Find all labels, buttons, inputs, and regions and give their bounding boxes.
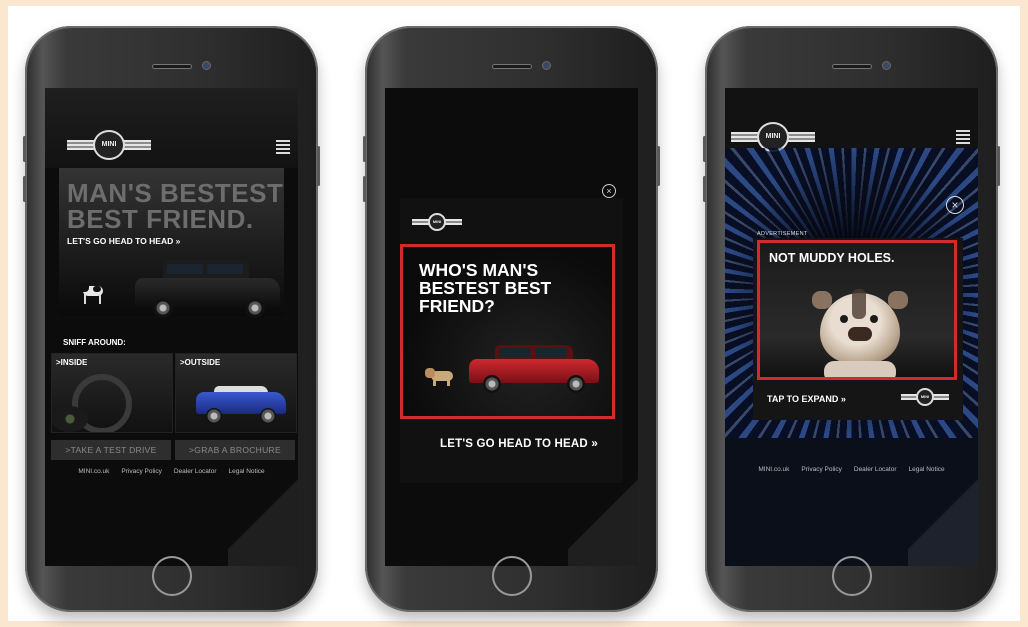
dashboard-gauge-image (52, 406, 88, 432)
site-header: MINI (45, 88, 298, 168)
site-header: MINI (725, 88, 978, 152)
test-drive-button[interactable]: >TAKE A TEST DRIVE (51, 440, 171, 460)
front-camera (203, 62, 210, 69)
inside-tile-label: >INSIDE (56, 358, 88, 367)
interstitial-ad-screen: × MINI WHO'S MAN'S BESTEST BEST FRIEND? (385, 88, 638, 566)
bulldog-image (425, 365, 455, 387)
footer-link-mini[interactable]: MINI.co.uk (758, 466, 789, 473)
menu-icon[interactable] (956, 130, 970, 144)
highlighted-ad-creative: NOT MUDDY HOLES. (757, 240, 957, 380)
logo-badge: MINI (428, 213, 446, 231)
brochure-button[interactable]: >GRAB A BROCHURE (175, 440, 295, 460)
muddy-bulldog-image (812, 287, 908, 377)
power-button (657, 146, 660, 186)
expandable-ad-screen: MINI × ADVERTISEMENT NOT MUDDY HOLES. TA… (725, 88, 978, 566)
volume-button (703, 136, 706, 162)
tap-to-expand-button[interactable]: TAP TO EXPAND » (767, 394, 846, 404)
footer-link-legal[interactable]: Legal Notice (229, 468, 265, 475)
footer-link-mini[interactable]: MINI.co.uk (78, 468, 109, 475)
terrier-dog-image (79, 280, 109, 306)
expandable-ad[interactable]: NOT MUDDY HOLES. TAP TO EXPAND » MINI (753, 238, 963, 420)
hero-title-line-2: BEST FRIEND. (67, 204, 254, 234)
close-icon[interactable]: × (602, 184, 616, 198)
outside-tile[interactable]: >OUTSIDE (175, 353, 297, 433)
home-button[interactable] (831, 556, 872, 596)
power-button (317, 146, 320, 186)
menu-icon[interactable] (276, 140, 290, 154)
volume-button (363, 176, 366, 202)
black-mini-countryman-image (135, 258, 280, 318)
home-button[interactable] (491, 556, 532, 596)
volume-button (23, 176, 26, 202)
blue-mini-image (196, 384, 286, 424)
mini-logo[interactable]: MINI (67, 130, 151, 160)
footer-links: MINI.co.uk Privacy Policy Dealer Locator… (45, 468, 298, 475)
interstitial-ad[interactable]: MINI WHO'S MAN'S BESTEST BEST FRIEND? LE… (400, 198, 623, 483)
ad-headline: NOT MUDDY HOLES. (769, 251, 895, 265)
section-label: SNIFF AROUND: (63, 338, 126, 347)
hero-banner[interactable]: MAN'S BESTEST BEST FRIEND. LET'S GO HEAD… (59, 168, 284, 318)
hero-cta-link[interactable]: LET'S GO HEAD TO HEAD » (67, 236, 180, 246)
close-icon[interactable]: × (946, 196, 964, 214)
footer-link-dealer[interactable]: Dealer Locator (854, 466, 897, 473)
mini-logo: MINI (412, 212, 462, 232)
logo-badge: MINI (93, 130, 125, 160)
volume-button (363, 136, 366, 162)
front-camera (543, 62, 550, 69)
power-button (997, 146, 1000, 186)
footer-link-privacy[interactable]: Privacy Policy (121, 468, 161, 475)
speaker-grille (151, 64, 192, 69)
screen-glare (908, 438, 978, 566)
footer-link-legal[interactable]: Legal Notice (909, 466, 945, 473)
inside-tile[interactable]: >INSIDE (51, 353, 173, 433)
advertisement-label: ADVERTISEMENT (757, 231, 808, 237)
home-button[interactable] (151, 556, 192, 596)
mini-mobile-site: MINI MAN'S BESTEST BEST FRIEND. LET'S GO… (45, 88, 298, 566)
logo-badge: MINI (916, 388, 934, 406)
footer-links: MINI.co.uk Privacy Policy Dealer Locator… (725, 466, 978, 473)
outside-tile-label: >OUTSIDE (180, 358, 221, 367)
front-camera (883, 62, 890, 69)
speaker-grille (491, 64, 532, 69)
hero-title: MAN'S BESTEST BEST FRIEND. (67, 180, 283, 232)
footer-link-privacy[interactable]: Privacy Policy (801, 466, 841, 473)
volume-button (23, 136, 26, 162)
footer-link-dealer[interactable]: Dealer Locator (174, 468, 217, 475)
speaker-grille (831, 64, 872, 69)
phone-3: MINI × ADVERTISEMENT NOT MUDDY HOLES. TA… (703, 26, 1000, 612)
highlighted-ad-creative: WHO'S MAN'S BESTEST BEST FRIEND? (400, 244, 615, 419)
ad-cta-link[interactable]: LET'S GO HEAD TO HEAD » (440, 438, 598, 450)
ad-headline: WHO'S MAN'S BESTEST BEST FRIEND? (419, 260, 552, 316)
phone-1: MINI MAN'S BESTEST BEST FRIEND. LET'S GO… (23, 26, 320, 612)
mini-logo-small: MINI (901, 388, 949, 406)
red-mini-countryman-image (469, 343, 599, 393)
volume-button (703, 176, 706, 202)
stage: MINI MAN'S BESTEST BEST FRIEND. LET'S GO… (8, 6, 1020, 621)
phone-2: × MINI WHO'S MAN'S BESTEST BEST FRIEND? (363, 26, 660, 612)
